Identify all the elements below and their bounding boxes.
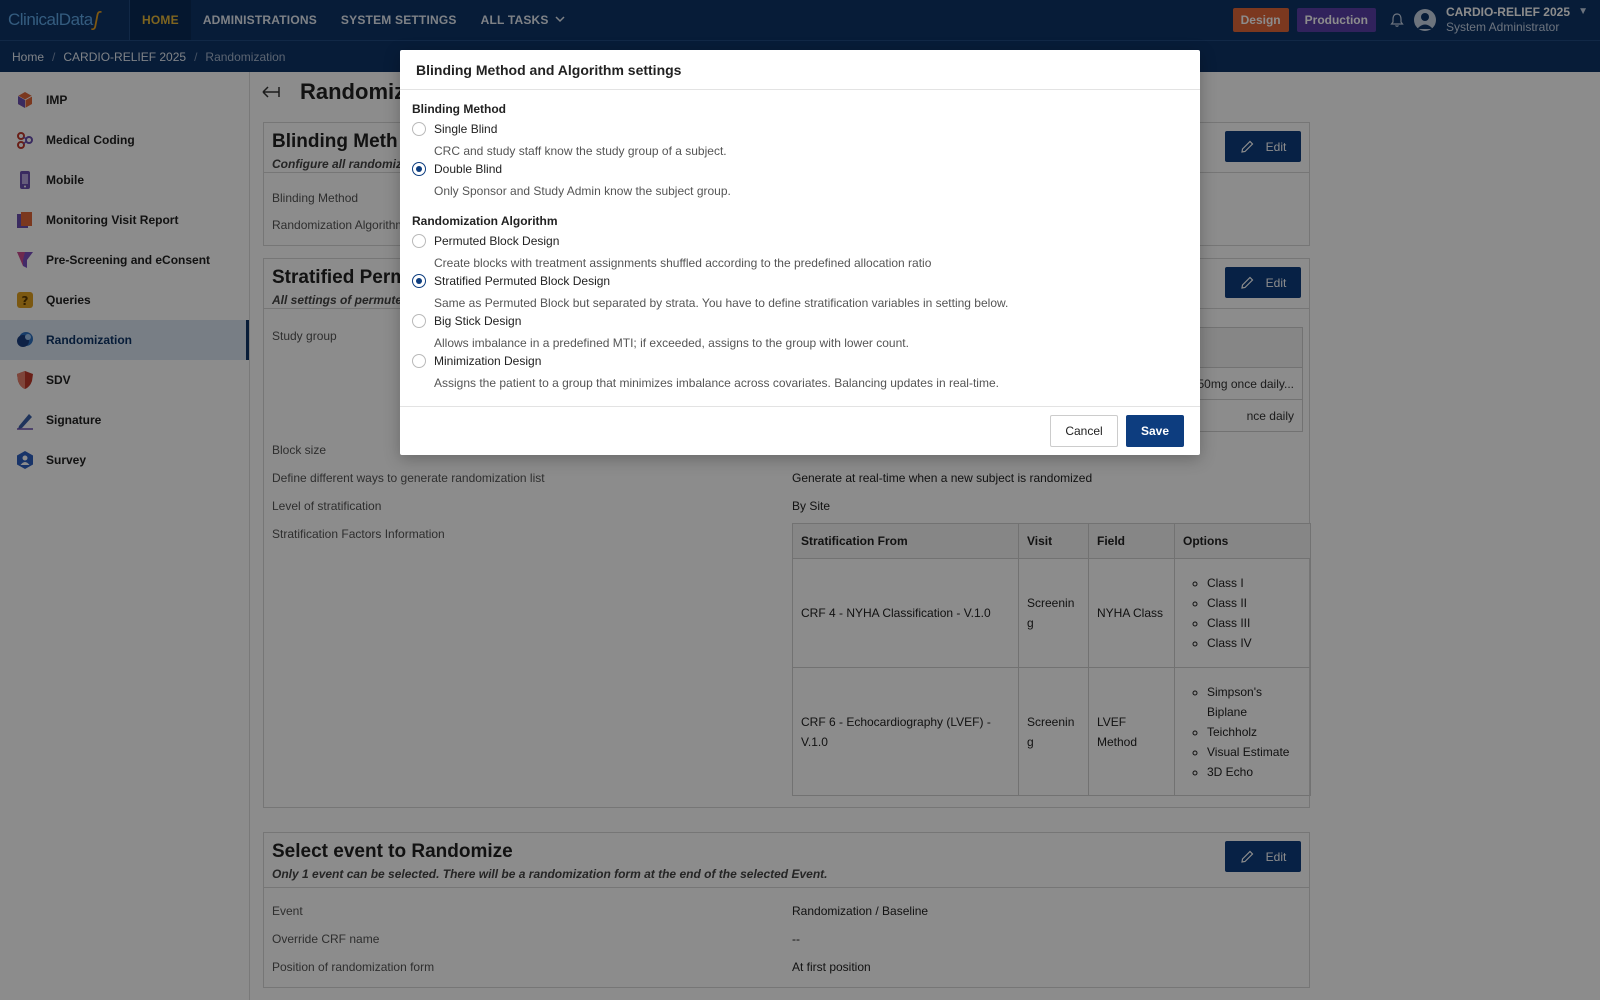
radio-button[interactable]	[412, 234, 426, 248]
modal-footer: Cancel Save	[400, 406, 1200, 455]
radio-button-checked[interactable]	[412, 162, 426, 176]
radio-single-blind[interactable]: Single Blind	[412, 122, 497, 136]
cancel-button[interactable]: Cancel	[1050, 415, 1118, 447]
save-button[interactable]: Save	[1126, 415, 1184, 447]
radio-double-blind[interactable]: Double Blind	[412, 162, 502, 176]
radio-minimization[interactable]: Minimization Design	[412, 354, 541, 368]
radio-stratified-permuted-block[interactable]: Stratified Permuted Block Design	[412, 274, 610, 288]
radio-label: Permuted Block Design	[434, 234, 560, 248]
blinding-method-label: Blinding Method	[412, 102, 506, 116]
modal-body: Blinding Method Single Blind CRC and stu…	[400, 90, 1200, 406]
radio-description: Only Sponsor and Study Admin know the su…	[434, 184, 731, 198]
radio-description: CRC and study staff know the study group…	[434, 144, 727, 158]
radio-label: Stratified Permuted Block Design	[434, 274, 611, 288]
radio-button[interactable]	[412, 122, 426, 136]
radio-label: Minimization Design	[434, 354, 542, 368]
radio-description: Allows imbalance in a predefined MTI; if…	[434, 336, 909, 350]
blinding-settings-modal: Blinding Method and Algorithm settings B…	[400, 50, 1200, 455]
radio-description: Assigns the patient to a group that mini…	[434, 376, 999, 390]
radio-description: Same as Permuted Block but separated by …	[434, 296, 1009, 310]
modal-title: Blinding Method and Algorithm settings	[400, 50, 1200, 90]
radio-button-checked[interactable]	[412, 274, 426, 288]
radio-button[interactable]	[412, 354, 426, 368]
radio-label: Big Stick Design	[434, 314, 522, 328]
radio-label: Single Blind	[434, 122, 498, 136]
radio-permuted-block[interactable]: Permuted Block Design	[412, 234, 559, 248]
radio-button[interactable]	[412, 314, 426, 328]
radio-label: Double Blind	[434, 162, 503, 176]
radio-big-stick[interactable]: Big Stick Design	[412, 314, 521, 328]
randomization-algorithm-label: Randomization Algorithm	[412, 214, 558, 228]
radio-description: Create blocks with treatment assignments…	[434, 256, 932, 270]
